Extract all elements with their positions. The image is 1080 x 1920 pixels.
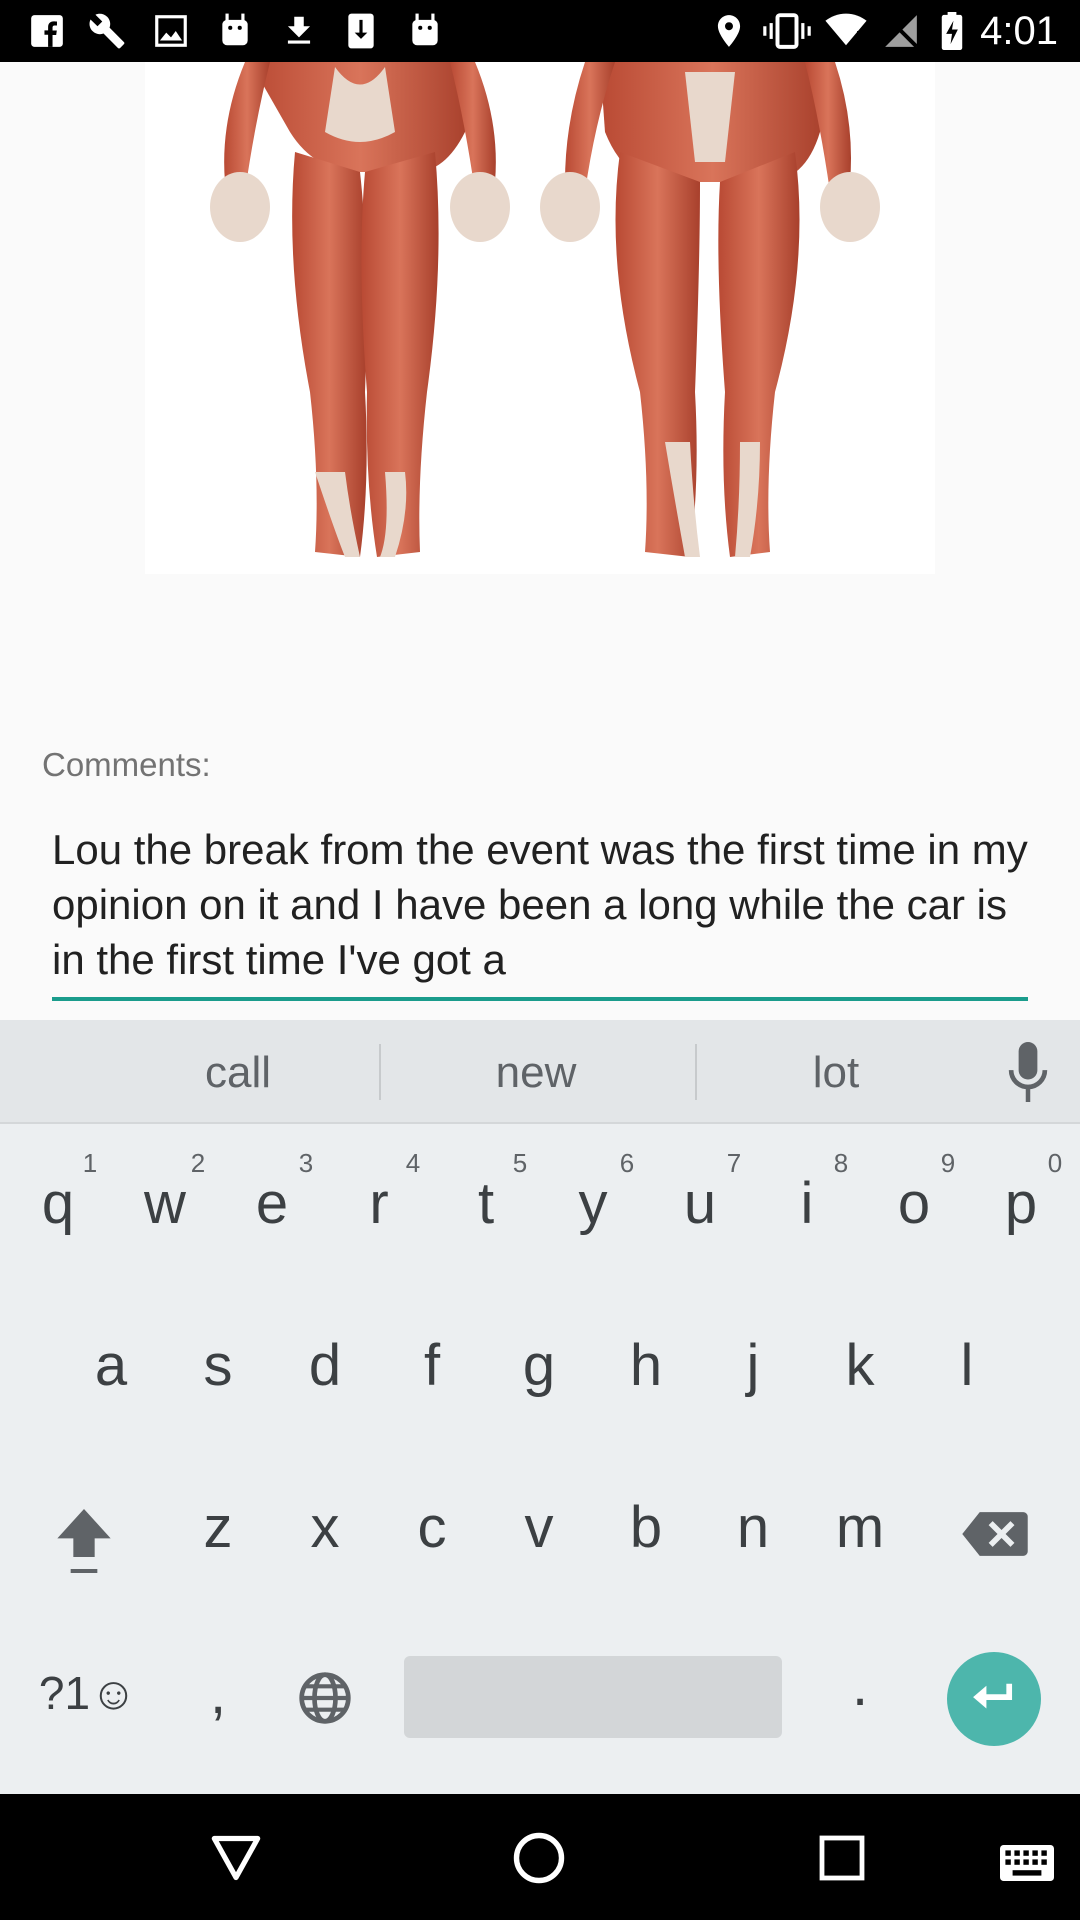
globe-icon[interactable] bbox=[297, 1670, 353, 1726]
key-w[interactable]: w bbox=[115, 1170, 215, 1237]
android-icon bbox=[412, 13, 438, 46]
comments-input[interactable]: Lou the break from the event was the fir… bbox=[52, 822, 1028, 1001]
no-signal-icon bbox=[885, 15, 919, 49]
form-content: Comments: Lou the break from the event w… bbox=[0, 62, 1080, 1020]
status-bar: 4:01 bbox=[0, 0, 1080, 62]
comments-label: Comments: bbox=[42, 746, 211, 783]
key-p[interactable]: p bbox=[971, 1170, 1071, 1237]
key-e[interactable]: e bbox=[222, 1170, 322, 1237]
image-icon bbox=[155, 15, 187, 47]
home-icon[interactable] bbox=[512, 1831, 566, 1885]
keyboard-switch-icon[interactable] bbox=[1000, 1844, 1054, 1882]
wifi-icon bbox=[825, 13, 867, 48]
back-icon[interactable] bbox=[210, 1834, 262, 1882]
suggestion-1[interactable]: call bbox=[148, 1048, 328, 1098]
key-l[interactable]: l bbox=[917, 1332, 1017, 1399]
enter-key[interactable] bbox=[947, 1652, 1041, 1746]
key-u[interactable]: u bbox=[650, 1170, 750, 1237]
facebook-icon bbox=[31, 15, 63, 47]
suggestion-strip: call new lot bbox=[0, 1020, 1080, 1124]
download-box-icon bbox=[348, 13, 374, 49]
key-h[interactable]: h bbox=[596, 1332, 696, 1399]
key-c[interactable]: c bbox=[382, 1494, 482, 1561]
key-f[interactable]: f bbox=[382, 1332, 482, 1399]
key-x[interactable]: x bbox=[275, 1494, 375, 1561]
status-time: 4:01 bbox=[980, 9, 1058, 53]
key-b[interactable]: b bbox=[596, 1494, 696, 1561]
key-period[interactable]: . bbox=[810, 1652, 910, 1719]
recents-icon[interactable] bbox=[818, 1834, 866, 1882]
suggestion-divider bbox=[695, 1044, 697, 1100]
key-comma[interactable]: , bbox=[168, 1660, 268, 1727]
android-icon bbox=[222, 13, 248, 46]
key-k[interactable]: k bbox=[810, 1332, 910, 1399]
key-o[interactable]: o bbox=[864, 1170, 964, 1237]
key-n[interactable]: n bbox=[703, 1494, 803, 1561]
soft-keyboard: call new lot 1 2 3 4 5 6 7 8 9 0 q w e r… bbox=[0, 1020, 1080, 1794]
anatomy-muscles-image bbox=[145, 62, 935, 574]
location-icon bbox=[717, 15, 741, 47]
key-d[interactable]: d bbox=[275, 1332, 375, 1399]
key-s[interactable]: s bbox=[168, 1332, 268, 1399]
key-y[interactable]: y bbox=[543, 1170, 643, 1237]
spacebar[interactable] bbox=[404, 1656, 782, 1738]
key-j[interactable]: j bbox=[703, 1332, 803, 1399]
anatomy-illustration bbox=[210, 62, 880, 557]
key-r[interactable]: r bbox=[329, 1170, 429, 1237]
key-z[interactable]: z bbox=[168, 1494, 268, 1561]
symbols-key[interactable]: ?1☺ bbox=[28, 1666, 148, 1720]
suggestion-2[interactable]: new bbox=[446, 1048, 626, 1098]
wrench-icon bbox=[89, 13, 125, 49]
key-i[interactable]: i bbox=[757, 1170, 857, 1237]
suggestion-3[interactable]: lot bbox=[746, 1048, 926, 1098]
battery-charging-icon bbox=[941, 12, 963, 50]
key-q[interactable]: q bbox=[8, 1170, 108, 1237]
navigation-bar bbox=[0, 1794, 1080, 1920]
key-t[interactable]: t bbox=[436, 1170, 536, 1237]
shift-icon[interactable] bbox=[52, 1506, 116, 1576]
microphone-icon[interactable] bbox=[1005, 1042, 1051, 1102]
key-a[interactable]: a bbox=[61, 1332, 161, 1399]
key-v[interactable]: v bbox=[489, 1494, 589, 1561]
key-m[interactable]: m bbox=[810, 1494, 910, 1561]
vibrate-icon bbox=[763, 13, 811, 49]
enter-icon bbox=[973, 1683, 1013, 1709]
comments-input-text: Lou the break from the event was the fir… bbox=[52, 826, 1028, 983]
backspace-icon[interactable] bbox=[962, 1510, 1028, 1558]
key-g[interactable]: g bbox=[489, 1332, 589, 1399]
suggestion-divider bbox=[379, 1044, 381, 1100]
download-icon bbox=[287, 16, 311, 44]
